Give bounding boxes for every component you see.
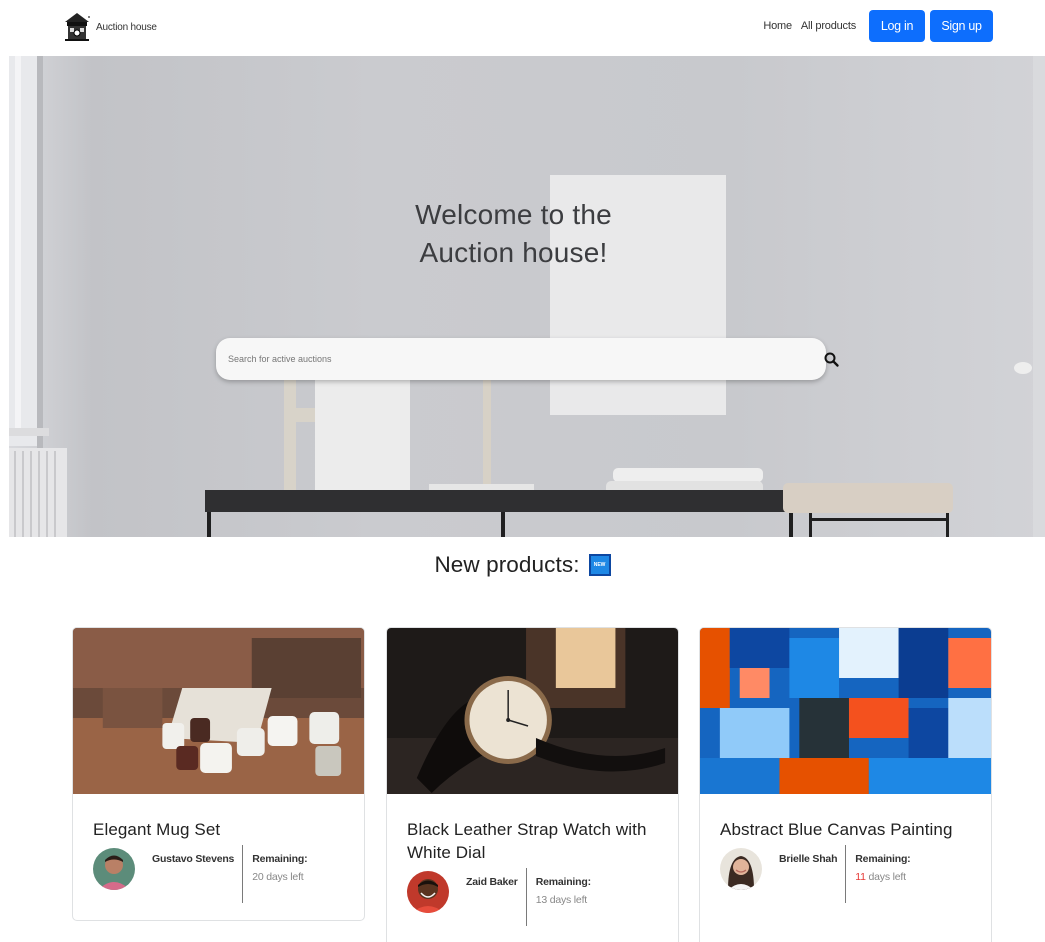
remaining-label: Remaining: — [535, 876, 591, 888]
nav-all-products-link[interactable]: All products — [801, 20, 856, 32]
nav-home-link[interactable]: Home — [763, 20, 792, 32]
auction-house-logo-icon — [65, 13, 90, 41]
search-bar — [216, 338, 826, 380]
remaining-suffix: days left — [865, 871, 907, 883]
hero-banner — [9, 56, 1045, 537]
signup-button[interactable]: Sign up — [930, 10, 993, 42]
card-body: Black Leather Strap Watch with White Dia… — [407, 818, 668, 926]
search-input[interactable] — [216, 338, 826, 380]
product-image-mug-set[interactable] — [73, 628, 364, 794]
remaining-label: Remaining: — [252, 853, 308, 865]
hero-title-line1: Welcome to the — [415, 199, 612, 230]
new-products-heading: New products: NEW — [0, 552, 1045, 578]
new-badge-text: NEW — [593, 562, 606, 568]
login-button[interactable]: Log in — [869, 10, 925, 42]
remaining-days: 20 — [252, 871, 264, 883]
search-icon[interactable] — [823, 351, 841, 369]
nav-links: Home All products Log in Sign up — [763, 10, 993, 42]
remaining-label: Remaining: — [855, 853, 911, 865]
product-card[interactable]: Black Leather Strap Watch with White Dia… — [386, 627, 679, 942]
remaining-info: Remaining: 20 days left — [252, 853, 307, 883]
top-navbar: Auction house Home All products Log in S… — [0, 0, 1045, 56]
brand-link[interactable]: Auction house — [64, 11, 157, 43]
remaining-value: 20 days left — [252, 871, 307, 883]
card-divider — [525, 868, 527, 926]
remaining-days: 11 — [855, 871, 866, 883]
remaining-value: 11 days left — [855, 871, 910, 883]
new-products-title: New products: — [434, 552, 580, 577]
product-card[interactable]: Abstract Blue Canvas Painting Brielle Sh… — [699, 627, 992, 942]
product-title[interactable]: Black Leather Strap Watch with White Dia… — [407, 818, 668, 864]
card-divider — [845, 845, 847, 903]
hero-background-image — [9, 56, 1045, 537]
remaining-value: 13 days left — [536, 894, 591, 906]
product-image-painting[interactable] — [700, 628, 991, 794]
card-divider — [242, 845, 244, 903]
seller-avatar — [720, 848, 762, 890]
card-meta: Gustavo Stevens Remaining: 20 days left — [93, 845, 354, 903]
remaining-info: Remaining: 11 days left — [855, 853, 910, 883]
product-card[interactable]: Elegant Mug Set Gustavo Stevens Remainin… — [72, 627, 365, 921]
product-cards: Elegant Mug Set Gustavo Stevens Remainin… — [72, 627, 992, 942]
product-title[interactable]: Abstract Blue Canvas Painting — [720, 818, 981, 841]
seller-name: Zaid Baker — [466, 876, 518, 888]
hero-title-line2: Auction house! — [419, 237, 608, 268]
remaining-suffix: days left — [546, 894, 588, 906]
new-badge-icon: NEW — [588, 554, 611, 576]
card-body: Elegant Mug Set Gustavo Stevens Remainin… — [93, 818, 354, 903]
remaining-days: 13 — [535, 894, 547, 906]
remaining-info: Remaining: 13 days left — [536, 876, 591, 906]
card-body: Abstract Blue Canvas Painting Brielle Sh… — [720, 818, 981, 903]
remaining-suffix: days left — [263, 871, 304, 883]
seller-name: Gustavo Stevens — [152, 853, 235, 865]
card-meta: Zaid Baker Remaining: 13 days left — [407, 868, 668, 926]
seller-avatar — [93, 848, 135, 890]
product-image-watch[interactable] — [387, 628, 678, 794]
brand-name: Auction house — [96, 21, 157, 33]
card-meta: Brielle Shah Remaining: 11 days left — [720, 845, 981, 903]
hero-title: Welcome to the Auction house! — [0, 196, 1036, 272]
seller-avatar — [407, 871, 449, 913]
seller-name: Brielle Shah — [779, 853, 838, 865]
product-title[interactable]: Elegant Mug Set — [93, 818, 354, 841]
